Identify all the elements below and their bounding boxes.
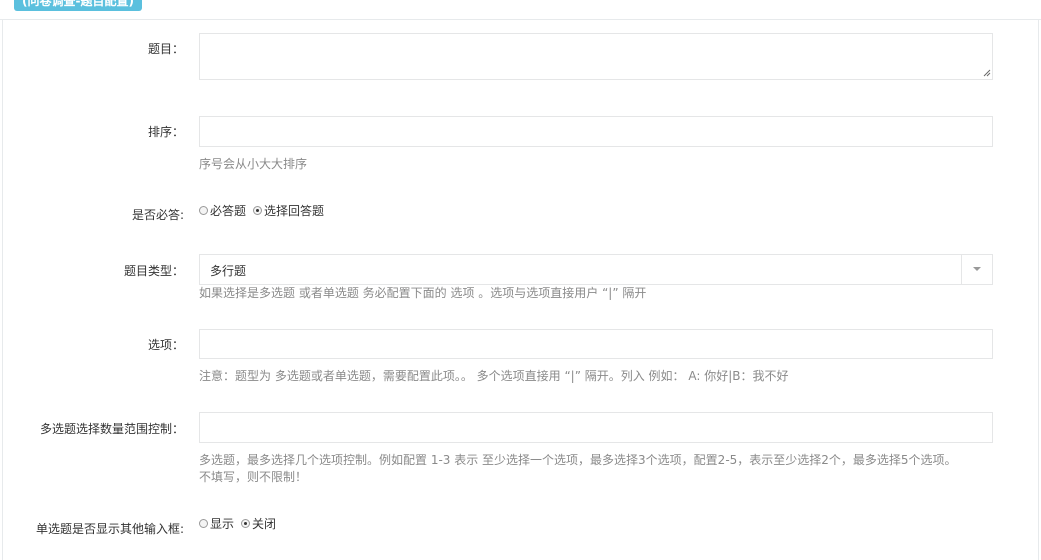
- other-input-radio-group: 显示 关闭: [199, 515, 283, 532]
- other-input-label: 单选题是否显示其他输入框:: [35, 522, 184, 536]
- options-label: 选项：: [147, 338, 184, 352]
- required-radio-group: 必答题 选择回答题: [199, 202, 331, 219]
- other-input-option-show[interactable]: 显示: [199, 515, 234, 532]
- range-input[interactable]: [199, 412, 993, 443]
- panel-header: (问卷调查-题目配置): [0, 0, 1041, 20]
- other-input-option-close-label: 关闭: [252, 517, 277, 531]
- required-option-mandatory-label: 必答题: [210, 204, 247, 218]
- title-label: 题目：: [147, 42, 184, 56]
- radio-icon[interactable]: [199, 206, 208, 215]
- options-help: 注意：题型为 多选题或者单选题，需要配置此项。。 多个选项直接用 “|” 隔开。…: [199, 369, 789, 383]
- range-help-line1: 多选题，最多选择几个选项控制。例如配置 1-3 表示 至少选择一个选项，最多选择…: [199, 453, 957, 467]
- radio-icon[interactable]: [199, 519, 208, 528]
- type-select[interactable]: 多行题: [199, 254, 993, 285]
- other-input-option-close[interactable]: 关闭: [241, 515, 276, 532]
- type-select-toggle[interactable]: [961, 255, 992, 284]
- panel-title-badge: (问卷调查-题目配置): [14, 0, 142, 11]
- chevron-down-icon: [973, 267, 981, 271]
- type-select-value: 多行题: [210, 264, 247, 278]
- range-label: 多选题选择数量范围控制：: [39, 422, 184, 436]
- other-input-option-show-label: 显示: [210, 517, 235, 531]
- type-help: 如果选择是多选题 或者单选题 务必配置下面的 选项 。选项与选项直接用户 “|”…: [199, 286, 647, 300]
- sort-input[interactable]: [199, 116, 993, 147]
- sort-help: 序号会从小大大排序: [199, 157, 308, 171]
- radio-checked-icon[interactable]: [241, 519, 251, 528]
- required-option-optional[interactable]: 选择回答题: [253, 202, 324, 219]
- range-help-line2: 不填写，则不限制！: [199, 470, 308, 484]
- type-label: 题目类型：: [123, 264, 184, 278]
- sort-label: 排序：: [147, 125, 184, 139]
- required-option-mandatory[interactable]: 必答题: [199, 202, 246, 219]
- required-option-optional-label: 选择回答题: [264, 204, 325, 218]
- required-label: 是否必答:: [131, 208, 184, 222]
- title-textarea[interactable]: [199, 33, 993, 80]
- resize-grip-icon[interactable]: [983, 69, 991, 77]
- radio-checked-icon[interactable]: [253, 206, 263, 215]
- options-input[interactable]: [199, 329, 993, 359]
